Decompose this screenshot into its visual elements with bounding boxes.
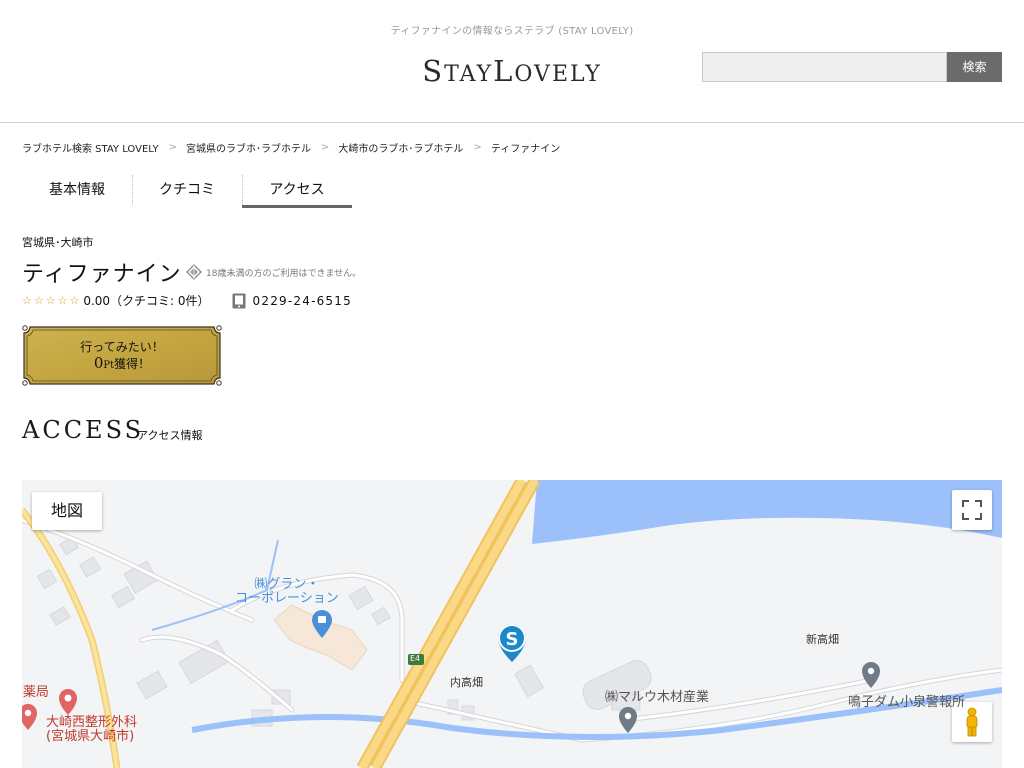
breadcrumb-separator: > bbox=[321, 142, 330, 153]
pharmacy-marker bbox=[59, 689, 77, 715]
fullscreen-icon bbox=[962, 500, 982, 520]
breadcrumb-item-current: ティファナイン bbox=[490, 144, 561, 155]
breadcrumb-item-top[interactable]: ラブホテル検索 STAY LOVELY bbox=[22, 140, 159, 155]
breadcrumb-separator: > bbox=[168, 142, 178, 153]
map-label-pharmacy[interactable]: I薬局 bbox=[22, 686, 49, 700]
clinic-marker bbox=[22, 704, 37, 730]
breadcrumb-item-city[interactable]: 大崎市のラブホ･ラブホテル bbox=[338, 140, 463, 155]
site-header: ティファナインの情報ならステラブ (STAY LOVELY) STAYLOVEL… bbox=[0, 0, 1024, 123]
map-type-button[interactable]: 地図 bbox=[32, 492, 102, 530]
want-to-go-button[interactable]: 行ってみたい！ 0Pt獲得！ bbox=[22, 325, 222, 386]
svg-text:S: S bbox=[506, 629, 519, 650]
map-label-police[interactable]: 鳴子ダム小泉警報所 bbox=[848, 691, 965, 710]
rating-text[interactable]: 0.00（クチコミ: 0件） bbox=[83, 292, 209, 309]
search-button[interactable]: 検索 bbox=[947, 52, 1002, 82]
want-to-go-label: 行ってみたい！ bbox=[80, 340, 164, 354]
age-restriction-text: 18歳未満の方のご利用はできません。 bbox=[206, 268, 362, 279]
maruu-marker bbox=[619, 707, 637, 733]
tab-basic-info[interactable]: 基本情報 bbox=[22, 173, 132, 208]
breadcrumb-item-prefecture[interactable]: 宮城県のラブホ･ラブホテル bbox=[186, 140, 311, 155]
rating-row: ☆☆☆☆☆ 0.00（クチコミ: 0件） 0229-24-6515 bbox=[22, 292, 352, 309]
search-input[interactable] bbox=[702, 52, 947, 82]
breadcrumb: ラブホテル検索 STAY LOVELY > 宮城県のラブホ･ラブホテル > 大崎… bbox=[22, 140, 560, 155]
map-label-maruu[interactable]: ㈱マルウ木材産業 bbox=[605, 686, 709, 705]
google-map[interactable]: S 地図 ㈱グラン・ コーポレーション 内高畑 新高畑 ㈱マルウ木材産業 鳴子ダ… bbox=[22, 480, 1002, 768]
river-area bbox=[532, 480, 1002, 544]
fullscreen-button[interactable] bbox=[952, 490, 992, 530]
points-label: 0Pt獲得！ bbox=[93, 354, 151, 372]
hotel-tabs: 基本情報 クチコミ アクセス bbox=[22, 173, 352, 208]
access-heading: ACCESS bbox=[22, 416, 145, 444]
phone-number[interactable]: 0229-24-6515 bbox=[253, 294, 352, 308]
hotel-name: ティファナイン bbox=[22, 262, 182, 287]
police-marker bbox=[862, 662, 880, 688]
tab-reviews[interactable]: クチコミ bbox=[132, 173, 242, 208]
phone-icon bbox=[232, 293, 246, 308]
tab-access[interactable]: アクセス bbox=[242, 173, 352, 208]
map-canvas[interactable]: S bbox=[22, 480, 1002, 768]
site-tagline: ティファナインの情報ならステラブ (STAY LOVELY) bbox=[390, 26, 634, 37]
rating-stars: ☆☆☆☆☆ bbox=[22, 294, 82, 307]
access-subheading: アクセス情報 bbox=[137, 429, 203, 442]
hotel-map-marker: S bbox=[498, 624, 526, 662]
age-restriction-icon bbox=[186, 264, 202, 280]
map-label-uchitakabatake: 内高畑 bbox=[450, 676, 483, 689]
hotel-area[interactable]: 宮城県･大崎市 bbox=[22, 234, 94, 250]
map-label-shintakabatake: 新高畑 bbox=[806, 633, 839, 646]
route-shield-label: E4 bbox=[410, 654, 421, 663]
map-label-gran[interactable]: ㈱グラン・ コーポレーション bbox=[235, 578, 339, 606]
breadcrumb-separator: > bbox=[473, 142, 482, 153]
map-label-clinic[interactable]: 大崎西整形外科 (宮城県大崎市) bbox=[46, 716, 137, 744]
age-restriction-note: 18歳未満の方のご利用はできません。 bbox=[186, 264, 361, 280]
